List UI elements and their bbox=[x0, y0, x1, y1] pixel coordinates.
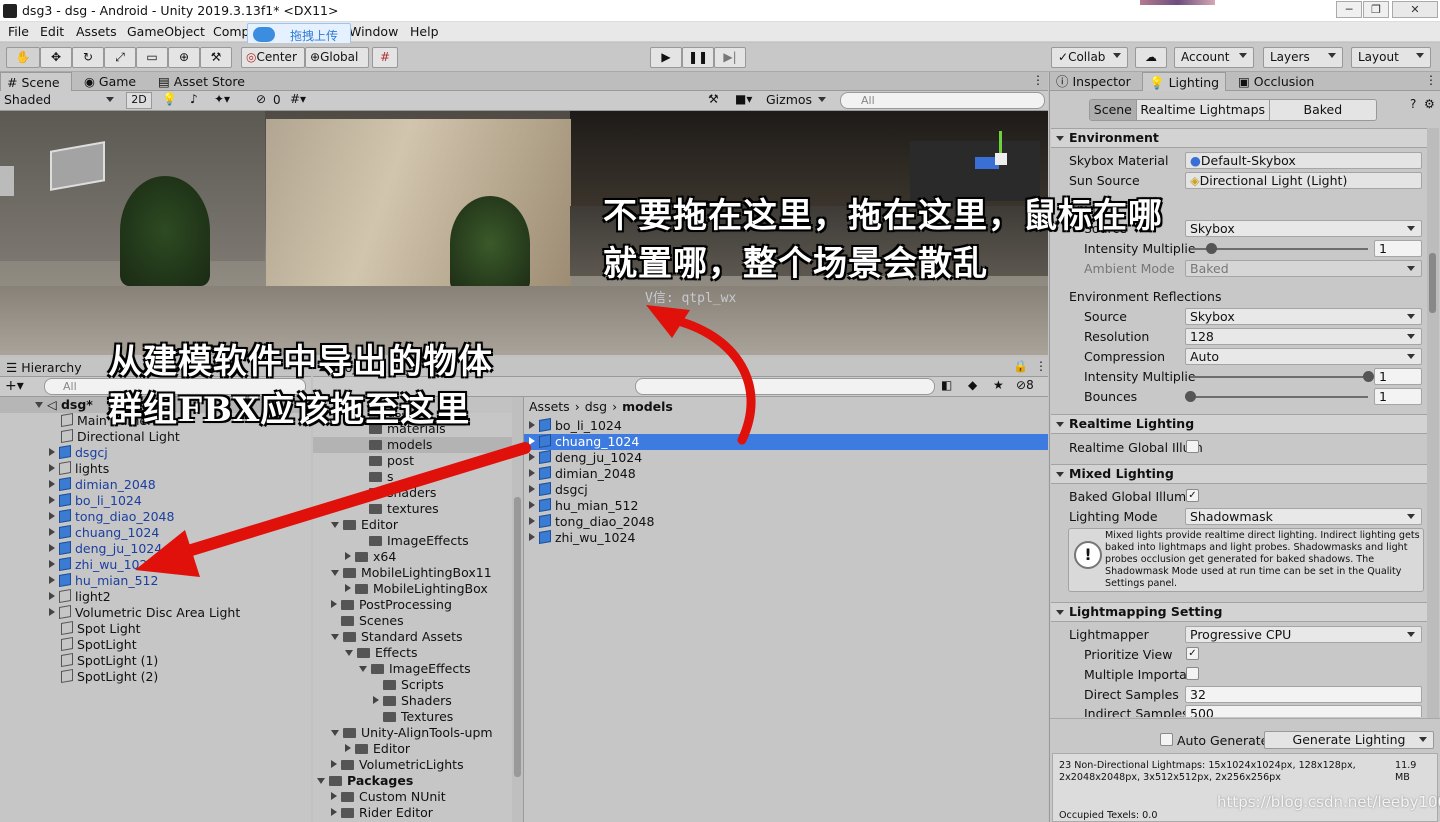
annotation-left-line2: 群组FBX应该拖至这里 bbox=[108, 390, 471, 430]
straight-red-arrow bbox=[169, 442, 531, 561]
annotation-left-line1: 从建模软件中导出的物体 bbox=[108, 342, 493, 382]
annotation-top-line1: 不要拖在这里，拖在这里，鼠标在哪 bbox=[603, 196, 1163, 236]
curved-red-arrow bbox=[660, 313, 756, 445]
annotation-top-line2: 就置哪，整个场景会散乱 bbox=[603, 244, 988, 284]
straight-red-arrowhead bbox=[135, 530, 200, 577]
